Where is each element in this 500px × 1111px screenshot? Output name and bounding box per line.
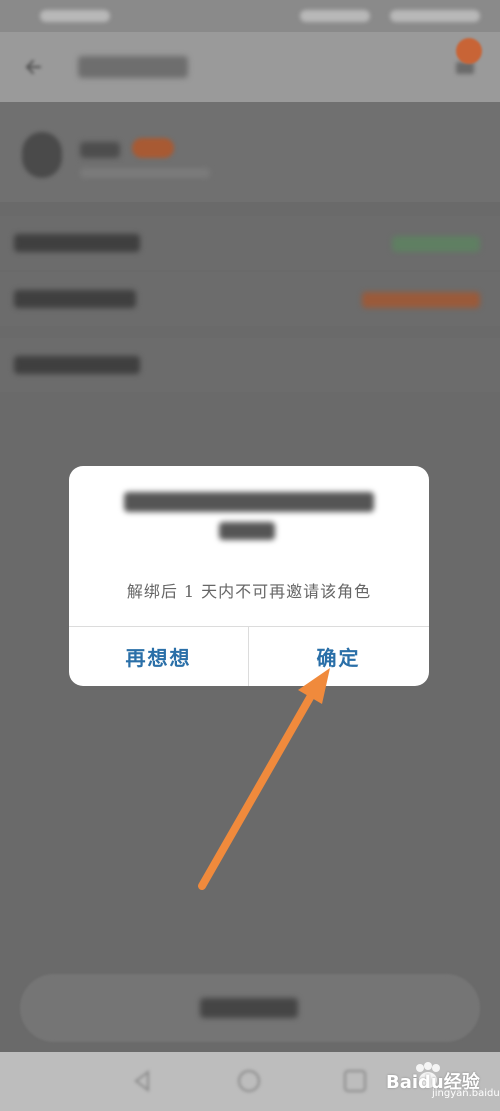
nav-back-icon[interactable] bbox=[130, 1068, 156, 1094]
list-item[interactable] bbox=[0, 216, 500, 270]
nav-recent-icon[interactable] bbox=[342, 1068, 368, 1094]
list-item-label bbox=[14, 290, 136, 308]
profile-tag bbox=[132, 138, 174, 158]
back-icon[interactable] bbox=[22, 54, 48, 80]
notification-badge bbox=[456, 38, 482, 64]
list-item-label bbox=[14, 234, 140, 252]
list-item-label bbox=[14, 356, 140, 374]
page-title bbox=[78, 56, 188, 78]
list-item[interactable] bbox=[0, 272, 500, 326]
nav-home-icon[interactable] bbox=[236, 1068, 262, 1094]
cancel-button[interactable]: 再想想 bbox=[69, 627, 248, 686]
confirm-dialog: 解绑后 1 天内不可再邀请该角色 再想想 确定 bbox=[69, 466, 429, 686]
dialog-title bbox=[124, 492, 374, 512]
app-header bbox=[0, 32, 500, 102]
profile-card bbox=[0, 102, 500, 202]
list-item[interactable] bbox=[0, 338, 500, 392]
profile-subtitle bbox=[80, 168, 210, 178]
list-item-value bbox=[362, 292, 480, 308]
list-item-value bbox=[392, 236, 480, 252]
avatar bbox=[22, 132, 62, 178]
dialog-message: 解绑后 1 天内不可再邀请该角色 bbox=[126, 582, 372, 601]
status-bar bbox=[0, 0, 500, 32]
watermark-url: jingyan.baidu.com bbox=[432, 1088, 500, 1099]
dialog-title-line2 bbox=[219, 522, 275, 540]
profile-name bbox=[80, 142, 120, 158]
bottom-action-label bbox=[200, 998, 298, 1018]
confirm-button[interactable]: 确定 bbox=[249, 627, 428, 686]
